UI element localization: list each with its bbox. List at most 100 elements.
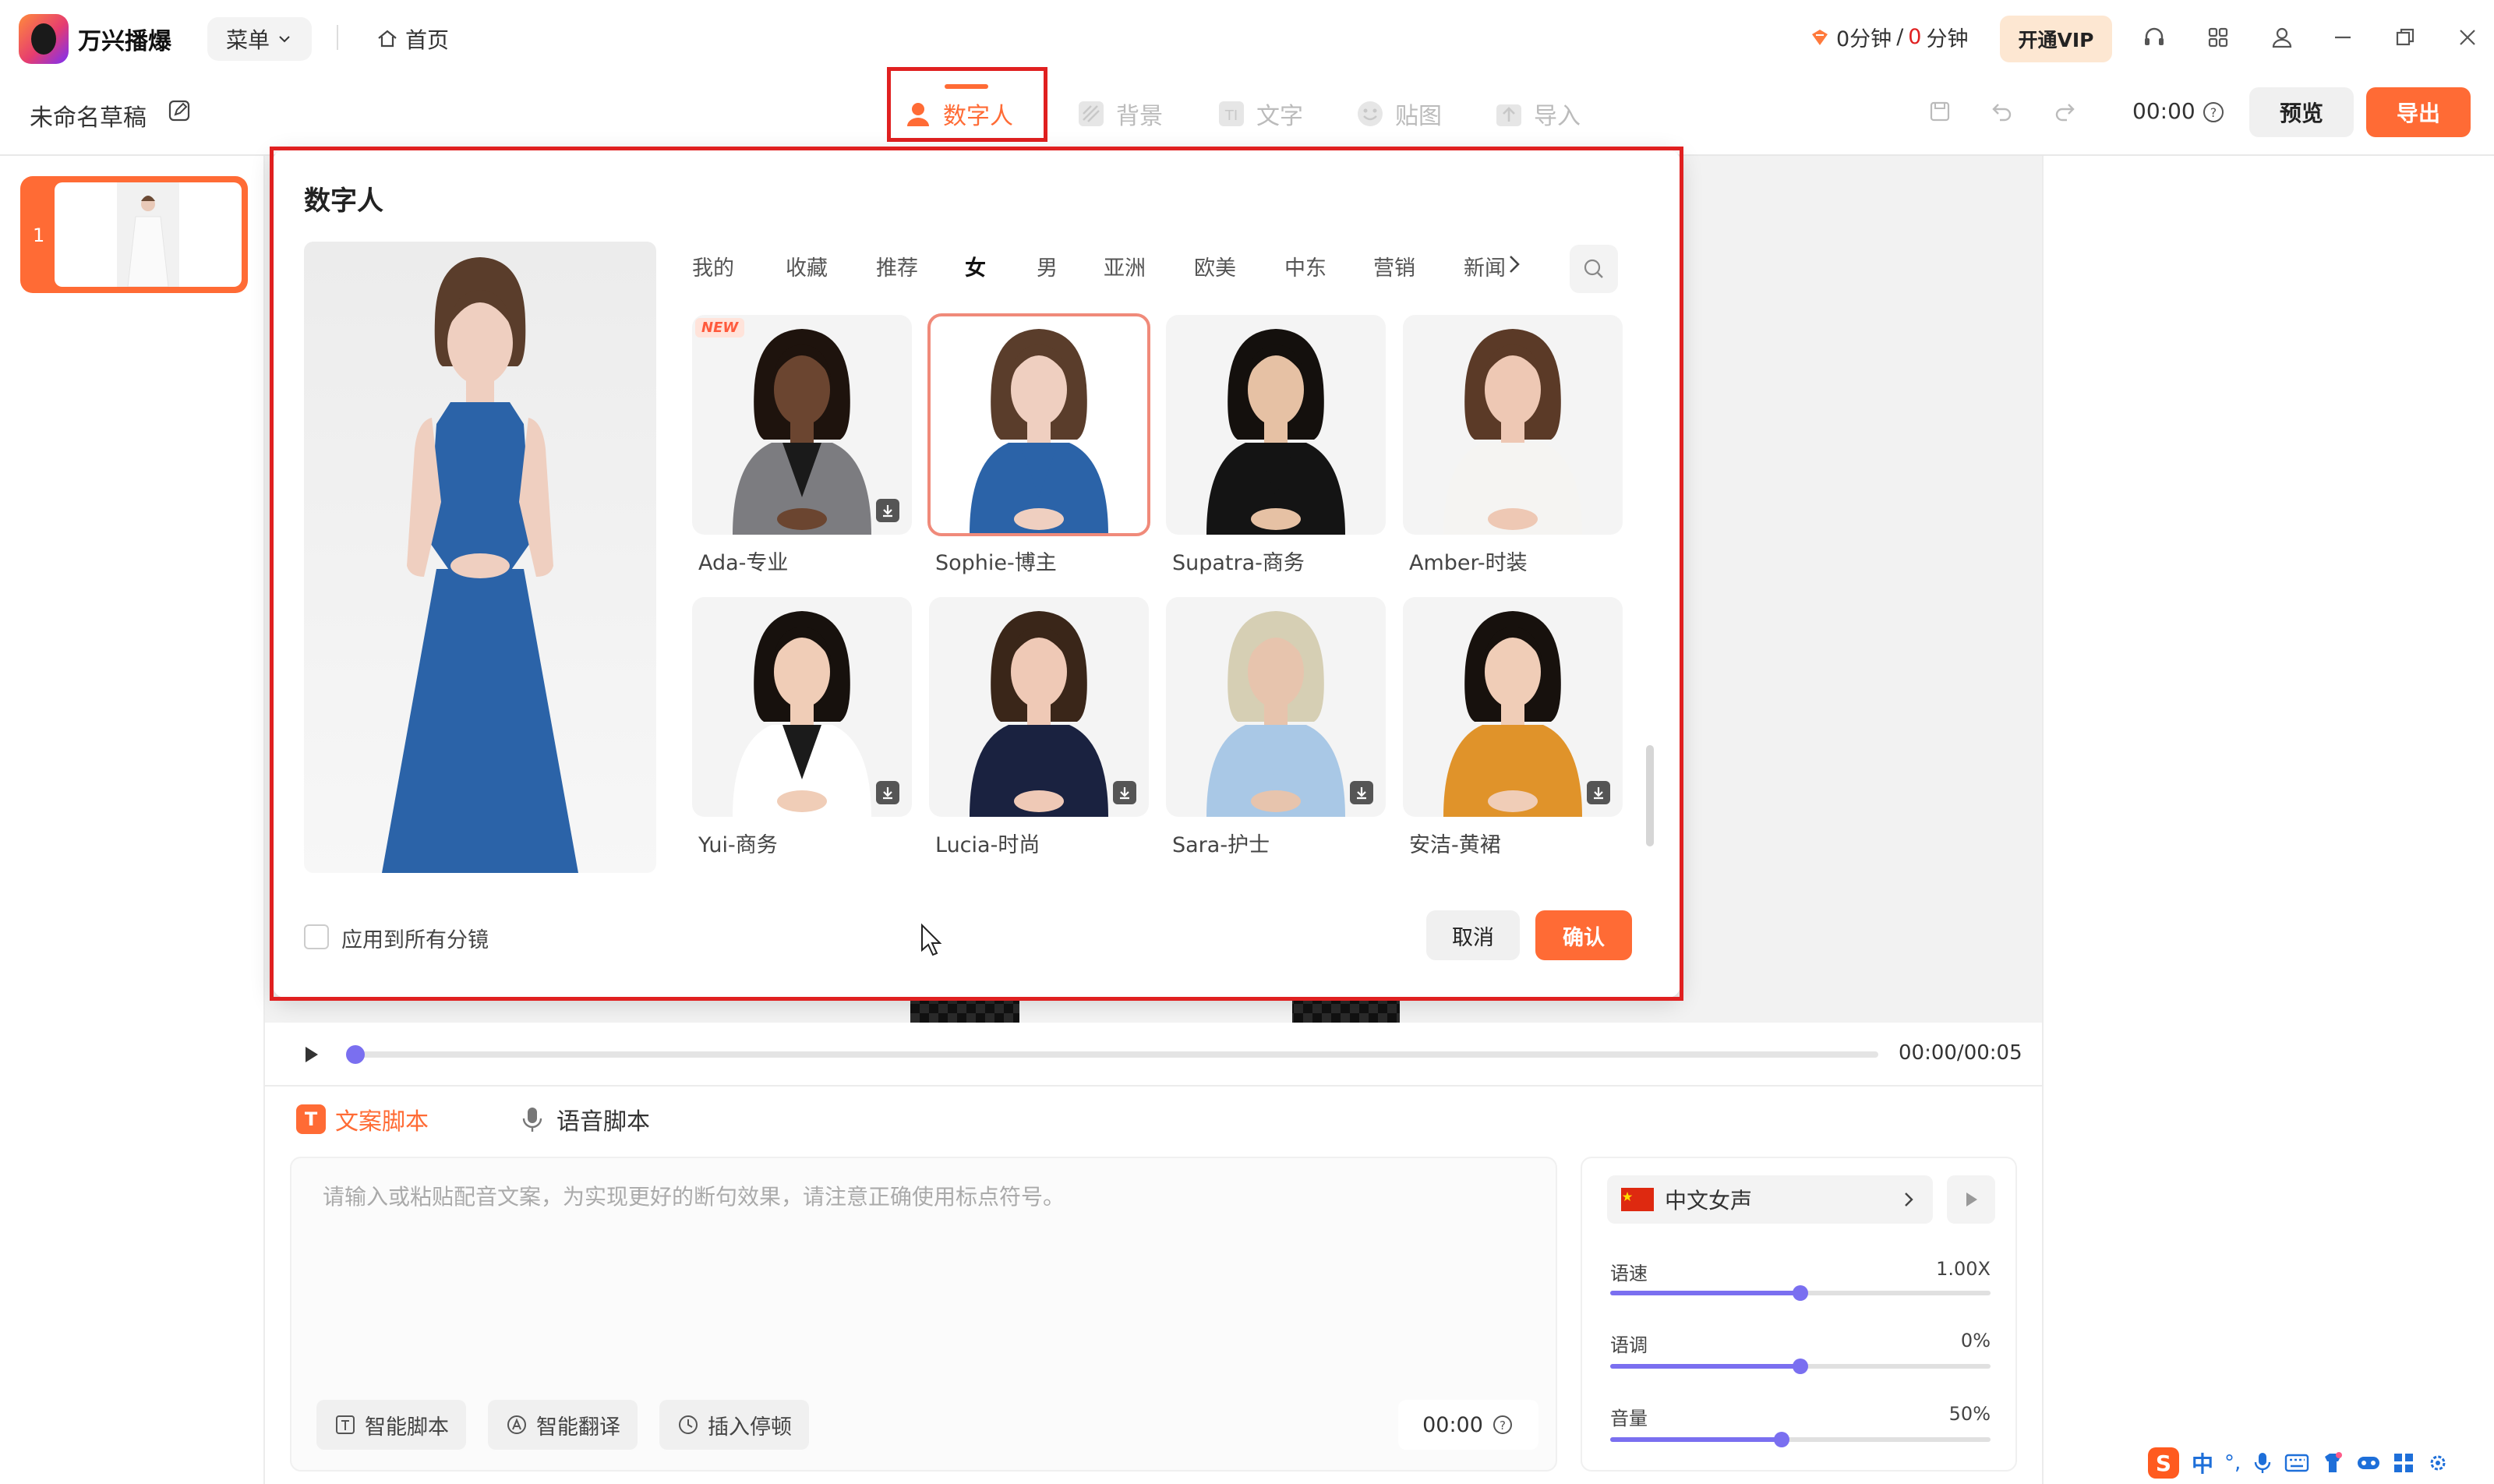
download-icon[interactable]: [1350, 781, 1373, 804]
smart-script-button[interactable]: 智能脚本: [316, 1400, 466, 1450]
text-script-icon: T: [296, 1104, 326, 1134]
script-duration: 00:00: [1422, 1412, 1483, 1437]
category-tab[interactable]: 收藏: [786, 251, 828, 281]
avatar-card[interactable]: [692, 597, 912, 817]
category-tab[interactable]: 新闻: [1464, 251, 1504, 281]
tab-sticker[interactable]: 贴图: [1355, 92, 1442, 136]
ime-mode[interactable]: 中: [2192, 1447, 2213, 1479]
download-icon[interactable]: [1587, 781, 1610, 804]
tab-sticker-label: 贴图: [1395, 103, 1442, 130]
chevron-right-icon: [1899, 1189, 1919, 1210]
close-icon[interactable]: [2455, 25, 2480, 50]
edit-title-icon[interactable]: [167, 98, 192, 123]
category-tab[interactable]: 欧美: [1194, 251, 1236, 281]
avatar-name: Yui-商务: [698, 833, 778, 857]
tab-import[interactable]: 导入: [1493, 92, 1581, 136]
avatar-card[interactable]: [927, 313, 1150, 536]
ime-punct[interactable]: °,: [2224, 1451, 2241, 1475]
category-tab[interactable]: 亚洲: [1104, 251, 1146, 281]
undo-icon[interactable]: [1989, 98, 2015, 125]
script-tab-copy-label: 文案脚本: [335, 1108, 429, 1136]
playback-time: 00:00/00:05: [1899, 1041, 2022, 1065]
help-icon[interactable]: ?: [2201, 100, 2226, 125]
svg-text:TI: TI: [1224, 108, 1238, 124]
home-icon: [376, 27, 399, 51]
avatar-card[interactable]: [1166, 315, 1386, 535]
ime-game-icon[interactable]: [2356, 1452, 2381, 1474]
category-tab[interactable]: 男: [1037, 251, 1058, 281]
sogou-logo-icon[interactable]: S: [2146, 1446, 2181, 1480]
redo-icon[interactable]: [2051, 98, 2078, 125]
volume-value: 50%: [1948, 1403, 1991, 1425]
preview-button[interactable]: 预览: [2249, 87, 2354, 137]
apply-all-checkbox[interactable]: [304, 924, 329, 949]
headset-icon[interactable]: [2142, 25, 2167, 50]
quota-sep: /: [1896, 25, 1904, 49]
download-icon[interactable]: [876, 781, 899, 804]
category-tab[interactable]: 营销: [1373, 251, 1415, 281]
download-icon[interactable]: [876, 499, 899, 522]
avatar-grid-scrollbar[interactable]: [1646, 745, 1654, 846]
avatar-card[interactable]: [1403, 315, 1623, 535]
smart-script-label: 智能脚本: [365, 1415, 449, 1440]
speed-slider[interactable]: [1610, 1285, 1991, 1301]
title-bar: 万兴播爆 菜单 首页 0分钟 / 0 分钟 开通VIP: [0, 0, 2494, 75]
scene-thumbnail[interactable]: 1: [20, 176, 248, 293]
cancel-button[interactable]: 取消: [1426, 910, 1520, 960]
category-tab[interactable]: 女: [965, 251, 986, 281]
restore-icon[interactable]: [2393, 25, 2418, 50]
voice-play-button[interactable]: [1947, 1175, 1995, 1224]
ime-mic-icon[interactable]: [2252, 1450, 2273, 1475]
smart-translate-button[interactable]: 智能翻译: [488, 1400, 638, 1450]
quota-display: 0分钟 / 0 分钟: [1808, 22, 1968, 52]
avatar-card[interactable]: [1403, 597, 1623, 817]
user-icon[interactable]: [2270, 25, 2294, 50]
export-button[interactable]: 导出: [2366, 87, 2471, 137]
avatar-card[interactable]: NEW: [692, 315, 912, 535]
pitch-slider[interactable]: [1610, 1359, 1991, 1374]
category-tab[interactable]: 中东: [1284, 251, 1326, 281]
home-link[interactable]: 首页: [376, 23, 449, 55]
progress-track[interactable]: [346, 1045, 1878, 1064]
background-icon: [1076, 98, 1107, 129]
script-tab-copy[interactable]: T 文案脚本: [296, 1102, 429, 1136]
tab-background-label: 背景: [1116, 103, 1163, 130]
apps-grid-icon[interactable]: [2206, 25, 2231, 50]
avatar-name: Sara-护士: [1172, 833, 1270, 857]
volume-slider[interactable]: [1610, 1432, 1991, 1447]
tab-background[interactable]: 背景: [1076, 92, 1163, 136]
categories-next-icon[interactable]: [1504, 253, 1524, 276]
chevron-down-icon: [276, 30, 293, 48]
mouse-cursor-icon: [920, 923, 943, 957]
script-tab-voice[interactable]: 语音脚本: [518, 1102, 650, 1136]
download-icon[interactable]: [1113, 781, 1136, 804]
avatar-card[interactable]: [929, 597, 1149, 817]
category-tab[interactable]: 我的: [692, 251, 734, 281]
confirm-button[interactable]: 确认: [1535, 910, 1632, 960]
apply-all-label[interactable]: 应用到所有分镜: [341, 923, 489, 953]
insert-pause-button[interactable]: 插入停顿: [659, 1400, 809, 1450]
duration-help-icon[interactable]: ?: [1491, 1413, 1514, 1436]
voice-selector[interactable]: 中文女声: [1607, 1175, 1933, 1224]
avatar-portrait: [1206, 329, 1345, 535]
progress-knob[interactable]: [346, 1045, 365, 1064]
microphone-icon: [518, 1104, 547, 1134]
voice-name: 中文女声: [1665, 1188, 1753, 1214]
script-editor[interactable]: 请输入或粘贴配音文案，为实现更好的断句效果，请注意正确使用标点符号。: [290, 1157, 1557, 1472]
avatar-card[interactable]: [1166, 597, 1386, 817]
menu-dropdown[interactable]: 菜单: [207, 17, 312, 61]
undo-save-icon[interactable]: [1927, 98, 1953, 125]
tab-text[interactable]: TI 文字: [1216, 92, 1303, 136]
ime-keyboard-icon[interactable]: [2284, 1452, 2309, 1474]
category-search-button[interactable]: [1570, 245, 1618, 293]
vip-button[interactable]: 开通VIP: [2000, 16, 2112, 62]
ime-grid-icon[interactable]: [2392, 1451, 2415, 1475]
import-icon: [1493, 98, 1524, 129]
minimize-icon[interactable]: [2330, 25, 2355, 50]
play-icon[interactable]: [299, 1043, 323, 1066]
category-tab[interactable]: 推荐: [876, 251, 918, 281]
dialog-title: 数字人: [304, 186, 383, 217]
ime-settings-icon[interactable]: [2426, 1451, 2450, 1475]
ime-skin-icon[interactable]: [2320, 1450, 2345, 1475]
ime-toolbar: S 中 °,: [2142, 1442, 2494, 1484]
